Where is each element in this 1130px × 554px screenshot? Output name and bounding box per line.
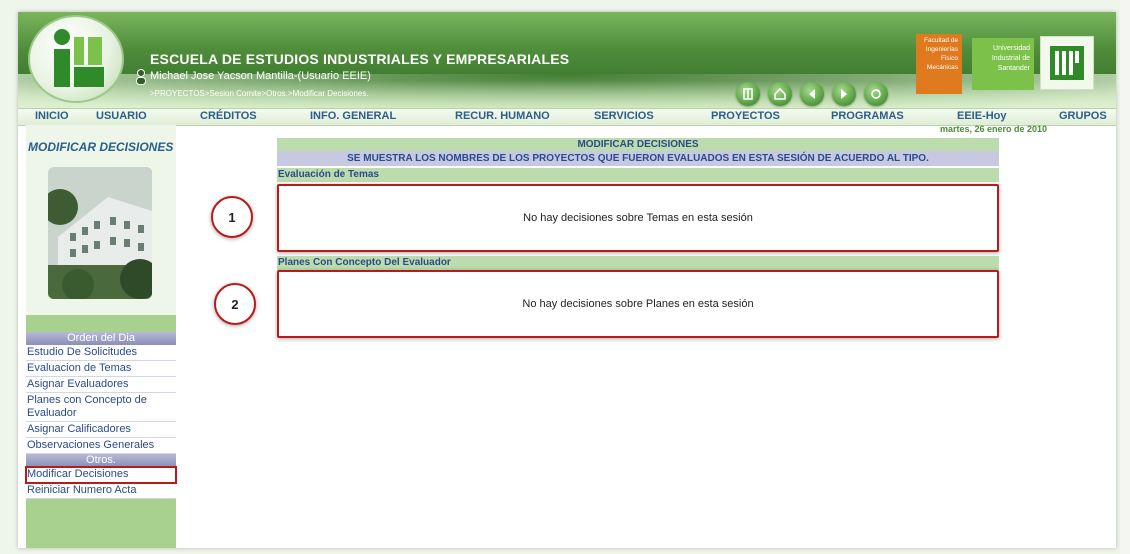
sidebar-item-evaluacion-temas[interactable]: Evaluacion de Temas (26, 361, 176, 377)
exit-icon[interactable] (736, 82, 760, 106)
faculty-logo[interactable]: Facultad de Ingenierías Fisico Mecánicas (916, 34, 962, 94)
back-icon[interactable] (800, 82, 824, 106)
user-name: Michael Jose Yacson Mantilla-(Usuario EE… (150, 70, 371, 82)
sidebar-title: MODIFICAR DECISIONES (28, 140, 174, 154)
window-scrollbar[interactable] (1120, 0, 1130, 554)
menu-item-eeie-hoy[interactable]: EEIE-Hoy (957, 110, 1007, 122)
menu-item-usuario[interactable]: USUARIO (96, 110, 147, 122)
university-logo[interactable]: Universidad Industrial de Santander (972, 38, 1034, 90)
callout-1: 1 (211, 196, 253, 238)
sidebar-section-orden: Orden del Dia (26, 332, 176, 345)
page-subtitle: SE MUESTRA LOS NOMBRES DE LOS PROYECTOS … (277, 151, 999, 166)
page-frame: ESCUELA DE ESTUDIOS INDUSTRIALES Y EMPRE… (18, 12, 1116, 548)
planes-empty-message: No hay decisiones sobre Planes en esta s… (522, 298, 754, 310)
home-icon[interactable] (768, 82, 792, 106)
temas-empty-box: No hay decisiones sobre Temas en esta se… (277, 184, 999, 252)
menu-item-grupos[interactable]: GRUPOS (1059, 110, 1107, 122)
sidebar-menu: Orden del Dia Estudio De Solicitudes Eva… (25, 332, 177, 499)
refresh-icon[interactable] (864, 82, 888, 106)
menu-item-programas[interactable]: PROGRAMAS (831, 110, 904, 122)
menu-item-creditos[interactable]: CRÉDITOS (200, 110, 257, 122)
section-planes-concepto: Planes Con Concepto Del Evaluador (277, 256, 999, 270)
sidebar-item-observaciones[interactable]: Observaciones Generales (26, 438, 176, 454)
sidebar-item-asignar-calificadores[interactable]: Asignar Calificadores (26, 422, 176, 438)
nav-icon-bar (736, 82, 888, 106)
current-date: martes, 26 enero de 2010 (940, 124, 1048, 134)
sidebar-item-asignar-evaluadores[interactable]: Asignar Evaluadores (26, 377, 176, 393)
menu-item-servicios[interactable]: SERVICIOS (594, 110, 654, 122)
sidebar-item-planes-concepto[interactable]: Planes con Concepto de Evaluador (26, 393, 176, 422)
sidebar-item-modificar-decisiones[interactable]: Modificar Decisiones (25, 466, 177, 484)
planes-empty-box: No hay decisiones sobre Planes en esta s… (277, 270, 999, 338)
section-evaluacion-temas: Evaluación de Temas (277, 168, 999, 182)
menu-item-proyectos[interactable]: PROYECTOS (711, 110, 780, 122)
school-logo[interactable] (28, 15, 124, 103)
callout-2: 2 (214, 283, 256, 325)
uis-logo[interactable] (1040, 36, 1094, 90)
temas-empty-message: No hay decisiones sobre Temas en esta se… (523, 212, 753, 224)
sidebar-header: MODIFICAR DECISIONES (26, 125, 176, 315)
page-title: MODIFICAR DECISIONES (277, 138, 999, 151)
menu-item-recur-humano[interactable]: RECUR. HUMANO (455, 110, 550, 122)
forward-icon[interactable] (832, 82, 856, 106)
menu-item-inicio[interactable]: INICIO (35, 110, 69, 122)
menu-item-info-general[interactable]: INFO. GENERAL (310, 110, 396, 122)
sidebar-section-otros: Otros. (26, 454, 176, 467)
sidebar-item-reiniciar-acta[interactable]: Reiniciar Numero Acta (26, 483, 176, 499)
building-photo (48, 167, 152, 299)
sidebar: MODIFICAR DECISIONES Orden del Dia Estud… (25, 125, 177, 548)
breadcrumb: >PROYECTOS>Sesion Comite>Otros.>Modifica… (150, 89, 369, 98)
user-icon (135, 69, 147, 88)
site-header: ESCUELA DE ESTUDIOS INDUSTRIALES Y EMPRE… (18, 12, 1116, 108)
institution-title: ESCUELA DE ESTUDIOS INDUSTRIALES Y EMPRE… (150, 51, 570, 67)
sidebar-item-estudio-solicitudes[interactable]: Estudio De Solicitudes (26, 345, 176, 361)
